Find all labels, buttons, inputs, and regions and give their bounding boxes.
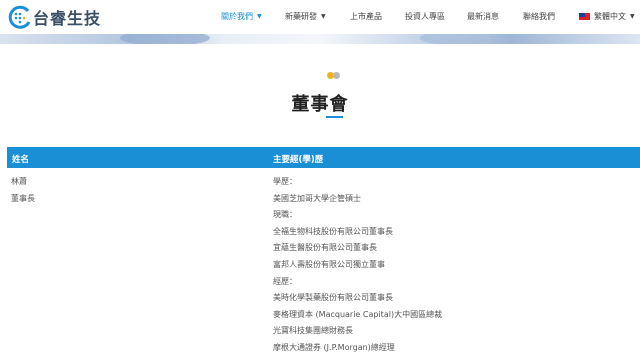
site-header: 台睿生技 關於我們 ▼ 新藥研發 ▼ 上市產品 投資人專區 最新消息 聯絡我們 … <box>0 0 640 34</box>
background-line: 富邦人壽股份有限公司獨立董事 <box>273 260 385 269</box>
background-line: 麥格理資本 (Macquarie Capital)大中國區總裁 <box>273 310 443 319</box>
background-line: 宜蘊生醫股份有限公司董事長 <box>273 243 377 252</box>
table-header: 姓名 主要經(學)歷 <box>7 147 640 168</box>
header-background: 主要經(學)歷 <box>273 155 324 165</box>
nav-item-investors[interactable]: 投資人專區 <box>405 11 445 22</box>
chevron-down-icon: ▼ <box>630 13 635 20</box>
background-line: 經歷： <box>273 277 297 286</box>
page-title: 董事會 <box>291 94 349 115</box>
nav-item-products[interactable]: 上市產品 <box>350 11 382 22</box>
nav-item-label: 最新消息 <box>467 12 499 21</box>
dot-inactive <box>333 72 340 79</box>
taiwan-flag-icon <box>579 13 590 20</box>
background-line: 光寶科技集團總財務長 <box>273 326 353 335</box>
background-line: 現職： <box>273 210 297 219</box>
title-underline <box>326 116 343 118</box>
nav-item-about[interactable]: 關於我們 ▼ <box>221 11 262 22</box>
board-table: 姓名 主要經(學)歷 林蕭 董事長 學歷： 美國芝加哥大學企管碩士 現職： 全福… <box>7 147 640 352</box>
nav-item-contact[interactable]: 聯絡我們 <box>523 11 555 22</box>
nav-item-label: 上市產品 <box>350 12 382 21</box>
language-label: 繁體中文 <box>594 12 626 21</box>
background-line: 全福生物科技股份有限公司董事長 <box>273 227 393 236</box>
language-selector[interactable]: 繁體中文 ▼ <box>579 11 635 22</box>
section-dots <box>327 72 340 79</box>
header-name: 姓名 <box>12 155 30 165</box>
nav-item-drug-rd[interactable]: 新藥研發 ▼ <box>285 11 326 22</box>
background-line: 摩根大通證券 (J.P.Morgan)總經理 <box>273 343 395 352</box>
nav-item-label: 新藥研發 <box>285 12 317 21</box>
nav-item-news[interactable]: 最新消息 <box>467 11 499 22</box>
nav-item-label: 投資人專區 <box>405 12 445 21</box>
nav-item-label: 關於我們 <box>221 12 253 21</box>
hero-banner-strip <box>0 34 640 44</box>
member-role: 董事長 <box>11 194 35 203</box>
chevron-down-icon: ▼ <box>257 13 262 20</box>
background-line: 美國芝加哥大學企管碩士 <box>273 194 361 203</box>
chevron-down-icon: ▼ <box>321 13 326 20</box>
nav-item-label: 聯絡我們 <box>523 12 555 21</box>
main-nav: 關於我們 ▼ 新藥研發 ▼ 上市產品 投資人專區 最新消息 聯絡我們 繁體中文 … <box>0 11 640 25</box>
background-line: 學歷： <box>273 177 297 186</box>
member-name: 林蕭 <box>11 177 27 186</box>
background-line: 美時化學製藥股份有限公司董事長 <box>273 293 393 302</box>
